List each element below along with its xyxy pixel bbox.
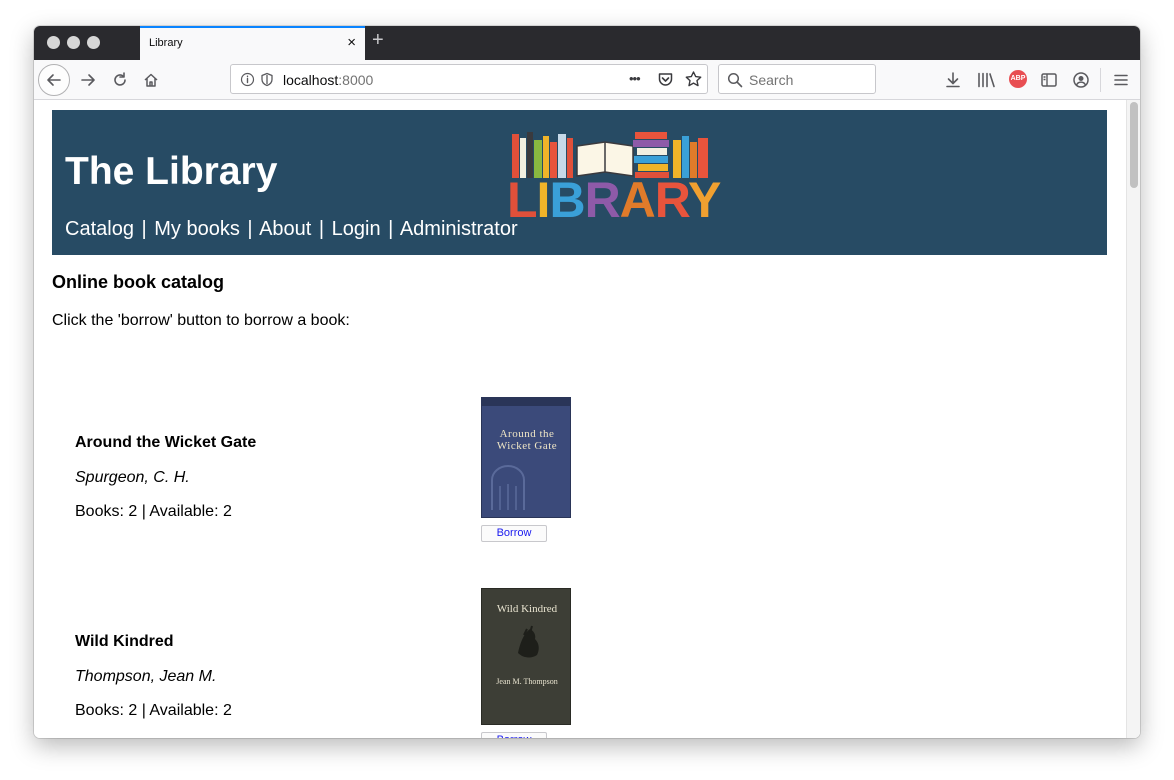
nav-administrator[interactable]: Administrator [400, 218, 518, 240]
cover-title: Wicket Gate [496, 440, 558, 452]
logo-letter: R [654, 172, 689, 228]
forward-button[interactable] [76, 68, 100, 92]
downloads-icon[interactable] [944, 71, 962, 89]
new-tab-icon[interactable]: + [372, 29, 384, 52]
book-author: Thompson, Jean M. [75, 668, 217, 685]
tab-close-icon[interactable]: × [347, 34, 356, 51]
book-cover-image: Wild Kindred Jean M. Thompson [481, 588, 571, 725]
book-title: Wild Kindred [75, 633, 174, 650]
bookmark-star-icon[interactable] [684, 70, 703, 89]
site-title: The Library [65, 150, 278, 193]
page-actions-icon[interactable]: ••• [629, 71, 641, 86]
book-cover-image: Around the Wicket Gate [481, 397, 571, 518]
book-stock: Books: 2 | Available: 2 [75, 503, 232, 520]
logo-letter: R [584, 172, 621, 228]
search-bar[interactable] [718, 64, 876, 94]
logo-letter: A [619, 172, 656, 228]
url-text[interactable]: localhost:8000 [283, 72, 373, 88]
adblock-plus-icon[interactable]: ABP [1009, 70, 1027, 88]
pocket-icon[interactable] [657, 71, 674, 88]
catalog-heading: Online book catalog [52, 272, 225, 292]
logo-wordmark: LIBRARY [507, 172, 721, 228]
close-window-icon[interactable] [47, 36, 60, 49]
account-icon[interactable] [1072, 71, 1090, 89]
nav-separator: | [318, 218, 325, 240]
search-icon [727, 72, 743, 88]
site-header: The Library Catalog | My books | About |… [52, 110, 1107, 255]
logo-letter: I [536, 172, 551, 228]
home-button[interactable] [139, 68, 163, 92]
logo-letter: L [507, 172, 538, 228]
borrow-button[interactable]: Borrow [481, 732, 547, 738]
library-icon[interactable] [976, 71, 996, 89]
navigation-toolbar: localhost:8000 ••• ABP [34, 60, 1140, 100]
reload-icon [114, 72, 126, 86]
nav-catalog[interactable]: Catalog [65, 218, 134, 240]
book-title: Around the Wicket Gate [75, 434, 257, 451]
cover-title: Around the [499, 428, 555, 440]
browser-window: Library × + localhost:8000 ••• Search AB… [34, 26, 1140, 738]
sidebar-icon[interactable] [1040, 71, 1058, 89]
back-button[interactable] [38, 64, 70, 96]
cover-animal-illustration [518, 625, 539, 658]
nav-separator: | [247, 218, 253, 240]
toolbar-divider [1100, 68, 1101, 92]
reload-button[interactable] [108, 68, 132, 92]
cover-band [482, 398, 570, 406]
library-logo: LIBRARY [507, 130, 721, 228]
menu-hamburger-icon[interactable] [1112, 71, 1130, 89]
url-host: localhost [283, 72, 339, 88]
nav-about[interactable]: About [259, 218, 311, 240]
home-icon [144, 73, 158, 87]
url-bar[interactable]: localhost:8000 ••• [230, 64, 708, 94]
back-arrow-icon [47, 74, 61, 86]
page-content: The Library Catalog | My books | About |… [34, 100, 1140, 738]
forward-arrow-icon [81, 74, 95, 86]
logo-letter: Y [688, 172, 721, 228]
tracking-protection-shield-icon[interactable] [260, 72, 274, 87]
vertical-scrollbar[interactable] [1126, 100, 1140, 738]
maximize-window-icon[interactable] [87, 36, 100, 49]
logo-letter: B [549, 172, 585, 228]
info-icon[interactable] [240, 72, 255, 87]
minimize-window-icon[interactable] [67, 36, 80, 49]
nav-separator: | [388, 218, 394, 240]
nav-separator: | [141, 218, 147, 240]
borrow-button[interactable]: Borrow [481, 525, 547, 542]
scrollbar-thumb[interactable] [1130, 102, 1138, 188]
url-port: :8000 [338, 72, 374, 88]
catalog-intro: Click the 'borrow' button to borrow a bo… [52, 312, 350, 329]
book-author: Spurgeon, C. H. [75, 469, 190, 486]
tab-library[interactable]: Library × [140, 26, 365, 60]
cover-gate-illustration [491, 465, 525, 510]
cover-author: Jean M. Thompson [496, 677, 558, 686]
nav-my-books[interactable]: My books [154, 218, 240, 240]
tab-bar: Library × + [34, 26, 1140, 60]
nav-login[interactable]: Login [332, 218, 381, 240]
book-stock: Books: 2 | Available: 2 [75, 702, 232, 719]
main-nav: Catalog | My books | About | Login | Adm… [65, 218, 518, 241]
search-input[interactable] [749, 71, 869, 89]
tab-title: Library [149, 37, 183, 49]
cover-title: Wild Kindred [496, 603, 558, 615]
